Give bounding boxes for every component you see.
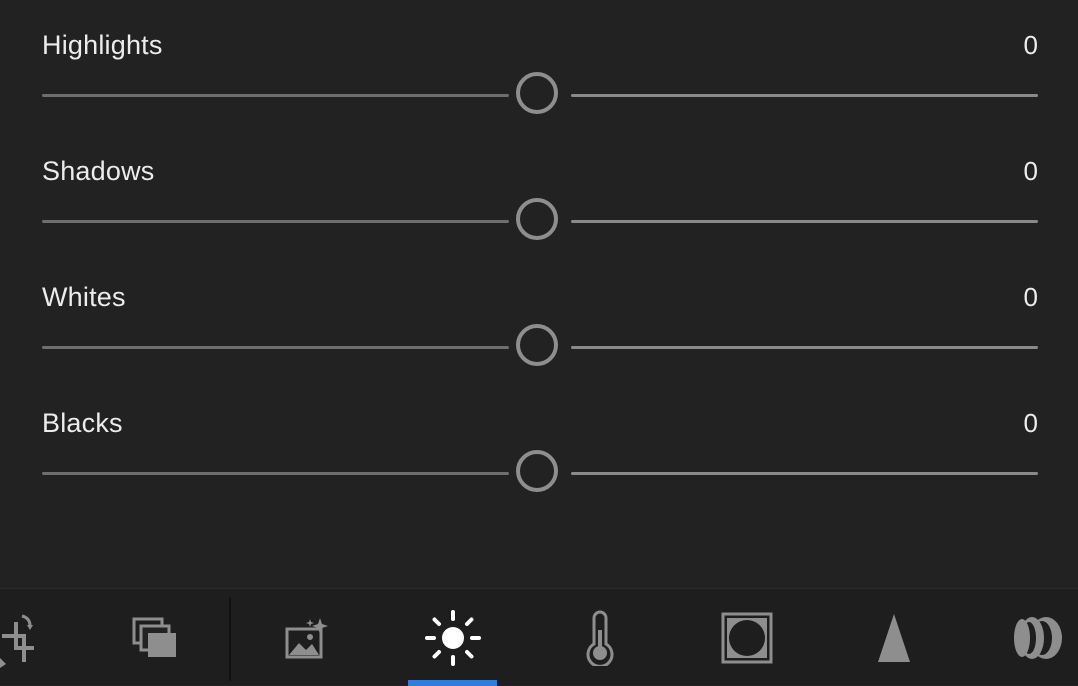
vignette-icon [721, 612, 773, 663]
blacks-label: Blacks [42, 408, 123, 438]
highlights-track-left[interactable] [42, 94, 509, 97]
toolbar-divider [229, 597, 231, 681]
blacks-slider-thumb[interactable] [516, 450, 558, 492]
shadows-track-right[interactable] [571, 220, 1038, 223]
highlights-track-right[interactable] [571, 94, 1038, 97]
whites-slider-row: Whites 0 [42, 256, 1038, 366]
color-temperature-icon [586, 610, 614, 666]
light-adjustments-panel: Highlights 0 Shadows 0 Whites 0 Blacks 0 [0, 0, 1078, 588]
edit-toolbar [0, 588, 1078, 686]
detail-icon [878, 613, 910, 662]
optics-tool[interactable] [1012, 589, 1078, 686]
whites-track-left[interactable] [42, 346, 509, 349]
auto-enhance-icon [285, 617, 328, 658]
optics-icon [1014, 616, 1062, 659]
blacks-track-left[interactable] [42, 472, 509, 475]
blacks-value[interactable]: 0 [1024, 408, 1038, 439]
detail-tool[interactable] [849, 589, 939, 686]
blacks-track-right[interactable] [571, 472, 1038, 475]
highlights-slider-thumb[interactable] [516, 72, 558, 114]
color-tool[interactable] [555, 589, 645, 686]
effects-tool[interactable] [702, 589, 792, 686]
active-tool-indicator [408, 680, 497, 686]
presets-icon [132, 617, 176, 657]
shadows-slider-thumb[interactable] [516, 198, 558, 240]
crop-rotate-icon [0, 614, 34, 668]
whites-label: Whites [42, 282, 126, 312]
presets-tool[interactable] [110, 589, 200, 686]
auto-enhance-tool[interactable] [262, 589, 352, 686]
light-icon [424, 609, 481, 666]
whites-track-right[interactable] [571, 346, 1038, 349]
crop-rotate-tool[interactable] [0, 589, 40, 686]
shadows-label: Shadows [42, 156, 155, 186]
whites-slider-thumb[interactable] [516, 324, 558, 366]
highlights-label: Highlights [42, 30, 163, 60]
shadows-value[interactable]: 0 [1024, 156, 1038, 187]
shadows-slider-row: Shadows 0 [42, 130, 1038, 240]
whites-value[interactable]: 0 [1024, 282, 1038, 313]
light-tool[interactable] [408, 589, 497, 686]
blacks-slider-row: Blacks 0 [42, 382, 1038, 492]
highlights-slider-row: Highlights 0 [42, 4, 1038, 114]
highlights-value[interactable]: 0 [1024, 30, 1038, 61]
shadows-track-left[interactable] [42, 220, 509, 223]
